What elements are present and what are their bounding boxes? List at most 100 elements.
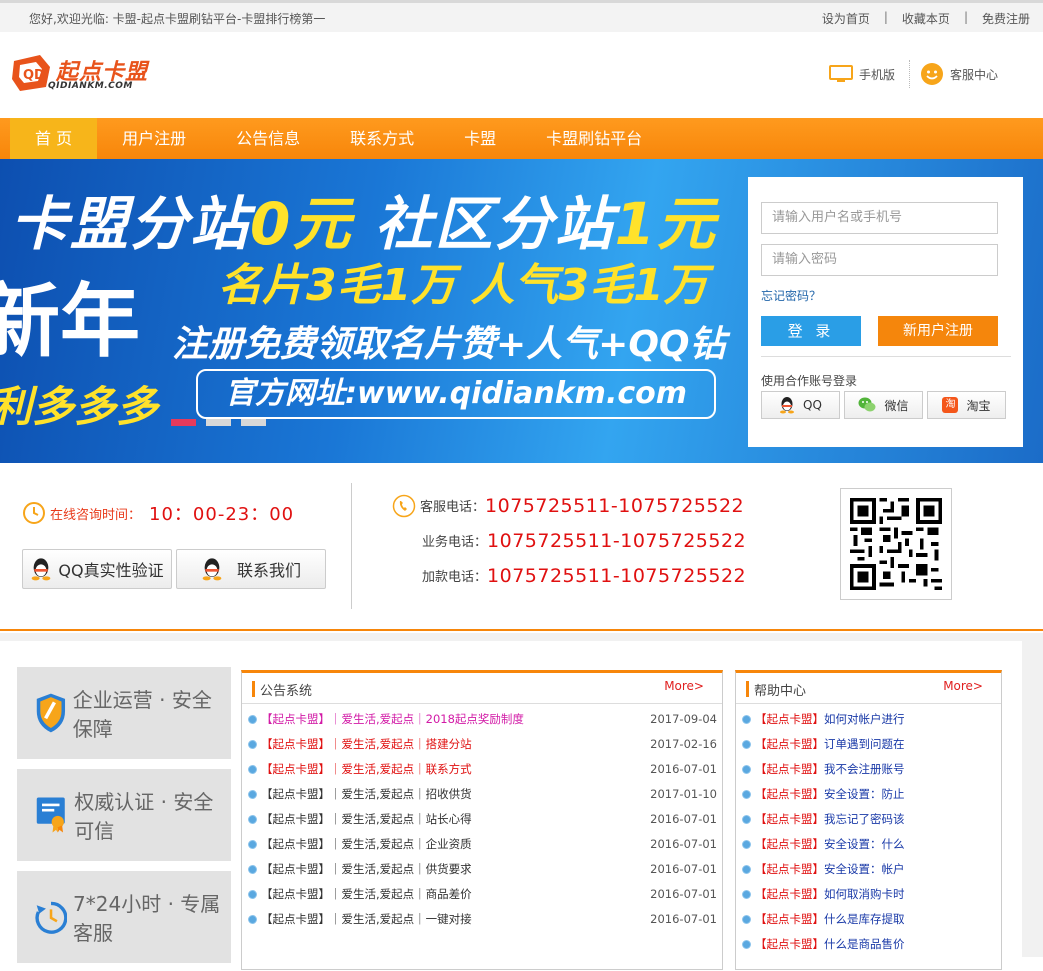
notice-item-title[interactable]: 【起点卡盟】｜爱生活,爱起点｜一键对接 xyxy=(261,907,472,932)
qq-login-button[interactable]: QQ xyxy=(761,391,840,419)
bullet-icon xyxy=(742,940,751,949)
slide-indicators xyxy=(171,419,266,426)
notice-item-title[interactable]: 【起点卡盟】｜爱生活,爱起点｜联系方式 xyxy=(261,757,472,782)
notice-item[interactable]: 【起点卡盟】｜爱生活,爱起点｜供货要求 2016-07-01 xyxy=(242,857,722,882)
help-item[interactable]: 【起点卡盟】安全设置：帐户 xyxy=(736,857,1001,882)
free-register-link[interactable]: 免费注册 xyxy=(982,10,1030,27)
slide-dot[interactable] xyxy=(171,419,196,426)
title-bar xyxy=(252,681,255,697)
new-user-register-button[interactable]: 新用户注册 xyxy=(878,316,998,346)
help-item-prefix: 【起点卡盟】 xyxy=(755,937,824,951)
bullet-icon xyxy=(248,840,257,849)
contact-us-button[interactable]: 联系我们 xyxy=(176,549,326,589)
slide-dot[interactable] xyxy=(241,419,266,426)
username-input[interactable]: 请输入用户名或手机号 xyxy=(761,202,998,234)
help-item[interactable]: 【起点卡盟】我忘记了密码该 xyxy=(736,807,1001,832)
set-homepage-link[interactable]: 设为首页 xyxy=(822,10,870,27)
separator: | xyxy=(963,10,968,24)
password-input[interactable]: 请输入密码 xyxy=(761,244,998,276)
help-item-title[interactable]: 【起点卡盟】我不会注册账号 xyxy=(755,757,905,782)
help-item-title[interactable]: 【起点卡盟】安全设置：防止 xyxy=(755,782,905,807)
mobile-version-link[interactable]: 手机版 xyxy=(828,65,895,83)
login-button[interactable]: 登 录 xyxy=(761,316,861,346)
notice-item-title[interactable]: 【起点卡盟】｜爱生活,爱起点｜2018起点奖励制度 xyxy=(261,707,524,732)
content-area: 企业运营 · 安全保障 权威认证 · 安全可信 7*24小时 · 专属客服 公告… xyxy=(0,641,1022,971)
certificate-icon xyxy=(36,797,65,833)
help-item-text: 安全设置：帐户 xyxy=(824,862,905,876)
help-item-title[interactable]: 【起点卡盟】如何取消购卡时 xyxy=(755,882,905,907)
phone-label: 加款电话： xyxy=(422,570,488,585)
notice-item[interactable]: 【起点卡盟】｜爱生活,爱起点｜搭建分站 2017-02-16 xyxy=(242,732,722,757)
help-item-prefix: 【起点卡盟】 xyxy=(755,762,824,776)
help-item-prefix: 【起点卡盟】 xyxy=(755,887,824,901)
banner-free-line: 注册免费领取名片赞+人气+QQ钻 xyxy=(172,324,726,365)
service-center-link[interactable]: 客服中心 xyxy=(920,62,998,86)
notice-item[interactable]: 【起点卡盟】｜爱生活,爱起点｜招收供货 2017-01-10 xyxy=(242,782,722,807)
help-item-title[interactable]: 【起点卡盟】安全设置：帐户 xyxy=(755,857,905,882)
notice-item[interactable]: 【起点卡盟】｜爱生活,爱起点｜2018起点奖励制度 2017-09-04 xyxy=(242,707,722,732)
help-item-title[interactable]: 【起点卡盟】什么是库存提取 xyxy=(755,907,905,932)
help-item-text: 如何取消购卡时 xyxy=(824,887,905,901)
notice-item[interactable]: 【起点卡盟】｜爱生活,爱起点｜站长心得 2016-07-01 xyxy=(242,807,722,832)
nav-item-announcements[interactable]: 公告信息 xyxy=(211,118,325,159)
qq-verify-button[interactable]: QQ真实性验证 xyxy=(22,549,172,589)
notice-more-link[interactable]: More> xyxy=(664,679,704,693)
help-item-title[interactable]: 【起点卡盟】我忘记了密码该 xyxy=(755,807,905,832)
help-item[interactable]: 【起点卡盟】什么是商品售价 xyxy=(736,932,1001,957)
partner-login-buttons: QQ 微信 淘 淘宝 xyxy=(761,391,1006,419)
wechat-login-button[interactable]: 微信 xyxy=(844,391,923,419)
help-item[interactable]: 【起点卡盟】什么是库存提取 xyxy=(736,907,1001,932)
phone-row-topup: 加款电话： 1075725511-1075725522 xyxy=(392,558,746,593)
help-item[interactable]: 【起点卡盟】订单遇到问题在 xyxy=(736,732,1001,757)
login-box: 请输入用户名或手机号 请输入密码 忘记密码？ 登 录 新用户注册 使用合作账号登… xyxy=(748,177,1023,447)
nav-item-contact[interactable]: 联系方式 xyxy=(325,118,439,159)
help-item-title[interactable]: 【起点卡盟】什么是商品售价 xyxy=(755,932,905,957)
help-item[interactable]: 【起点卡盟】如何对帐户进行 xyxy=(736,707,1001,732)
help-item[interactable]: 【起点卡盟】我不会注册账号 xyxy=(736,757,1001,782)
notice-item-title[interactable]: 【起点卡盟】｜爱生活,爱起点｜商品差价 xyxy=(261,882,472,907)
help-item-title[interactable]: 【起点卡盟】如何对帐户进行 xyxy=(755,707,905,732)
notice-item[interactable]: 【起点卡盟】｜爱生活,爱起点｜联系方式 2016-07-01 xyxy=(242,757,722,782)
nav-item-home[interactable]: 首 页 xyxy=(10,118,98,159)
notice-item[interactable]: 【起点卡盟】｜爱生活,爱起点｜一键对接 2016-07-01 xyxy=(242,907,722,932)
mobile-version-label: 手机版 xyxy=(858,67,895,82)
help-item[interactable]: 【起点卡盟】如何取消购卡时 xyxy=(736,882,1001,907)
bullet-icon xyxy=(248,915,257,924)
nav-item-platform[interactable]: 卡盟刷钻平台 xyxy=(521,118,667,159)
notice-item-title[interactable]: 【起点卡盟】｜爱生活,爱起点｜招收供货 xyxy=(261,782,472,807)
bullet-icon xyxy=(248,765,257,774)
promo-banner[interactable]: 卡盟分站0元 社区分站1元 新年 名片3毛1万 人气3毛1万 注册免费领取名片赞… xyxy=(0,159,1043,463)
notice-item-date: 2016-07-01 xyxy=(650,887,717,901)
site-logo[interactable]: QD 起点卡盟 QIDIANKM.COM xyxy=(10,50,152,100)
bullet-icon xyxy=(742,765,751,774)
help-item[interactable]: 【起点卡盟】安全设置：防止 xyxy=(736,782,1001,807)
taobao-login-button[interactable]: 淘 淘宝 xyxy=(927,391,1006,419)
notice-item-title[interactable]: 【起点卡盟】｜爱生活,爱起点｜企业资质 xyxy=(261,832,472,857)
forgot-password-link[interactable]: 忘记密码？ xyxy=(761,287,821,304)
notice-item-title[interactable]: 【起点卡盟】｜爱生活,爱起点｜站长心得 xyxy=(261,807,472,832)
notice-item-title[interactable]: 【起点卡盟】｜爱生活,爱起点｜搭建分站 xyxy=(261,732,472,757)
notice-item-title[interactable]: 【起点卡盟】｜爱生活,爱起点｜供货要求 xyxy=(261,857,472,882)
nav-item-kameng[interactable]: 卡盟 xyxy=(439,118,521,159)
nav-item-register[interactable]: 用户注册 xyxy=(97,118,211,159)
help-item-title[interactable]: 【起点卡盟】订单遇到问题在 xyxy=(755,732,905,757)
bookmark-link[interactable]: 收藏本页 xyxy=(902,10,950,27)
bullet-icon xyxy=(742,715,751,724)
slide-dot[interactable] xyxy=(206,419,231,426)
qq-penguin-icon xyxy=(202,558,222,581)
online-hours-value: 10：00-23：00 xyxy=(149,504,295,525)
feature-security: 企业运营 · 安全保障 xyxy=(17,667,231,759)
banner-profit-line: 利多多多 xyxy=(0,382,159,431)
top-bar: 您好,欢迎光临: 卡盟-起点卡盟刷钻平台-卡盟排行榜第一 设为首页 | 收藏本页… xyxy=(0,0,1043,32)
help-more-link[interactable]: More> xyxy=(943,679,983,693)
help-item-title[interactable]: 【起点卡盟】安全设置：什么 xyxy=(755,832,905,857)
notice-item[interactable]: 【起点卡盟】｜爱生活,爱起点｜商品差价 2016-07-01 xyxy=(242,882,722,907)
help-list: 【起点卡盟】如何对帐户进行 【起点卡盟】订单遇到问题在 【起点卡盟】我不会注册账号【… xyxy=(736,704,1001,957)
notice-item-date: 2017-02-16 xyxy=(650,737,717,751)
help-item[interactable]: 【起点卡盟】安全设置：什么 xyxy=(736,832,1001,857)
bullet-icon xyxy=(742,815,751,824)
welcome-text: 您好,欢迎光临: 卡盟-起点卡盟刷钻平台-卡盟排行榜第一 xyxy=(29,12,326,26)
wechat-label: 微信 xyxy=(884,398,909,413)
notice-item[interactable]: 【起点卡盟】｜爱生活,爱起点｜企业资质 2016-07-01 xyxy=(242,832,722,857)
svg-text:QD: QD xyxy=(23,68,45,83)
